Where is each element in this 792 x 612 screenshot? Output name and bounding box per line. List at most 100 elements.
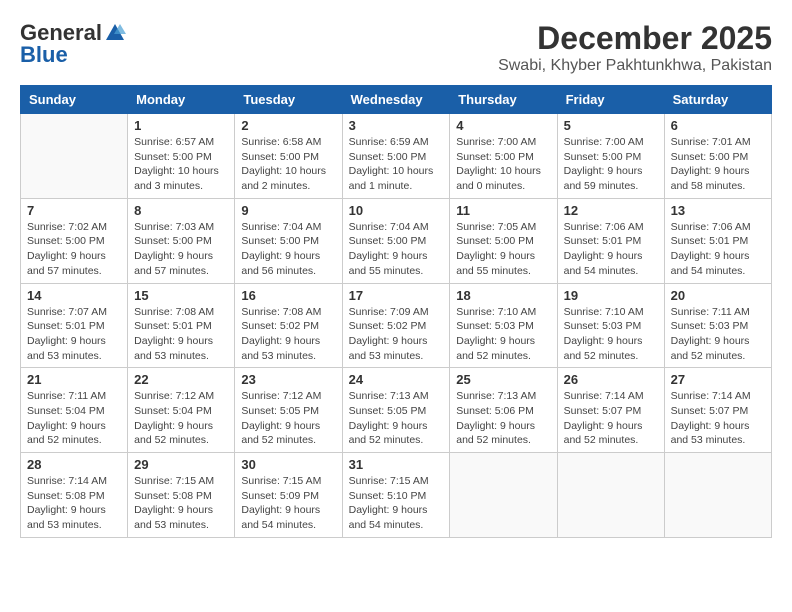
day-info: Sunrise: 7:09 AM Sunset: 5:02 PM Dayligh… (349, 305, 444, 364)
day-number: 8 (134, 203, 228, 218)
day-info: Sunrise: 7:12 AM Sunset: 5:04 PM Dayligh… (134, 389, 228, 448)
day-number: 1 (134, 118, 228, 133)
day-number: 17 (349, 288, 444, 303)
calendar-cell: 19 Sunrise: 7:10 AM Sunset: 5:03 PM Dayli… (557, 283, 664, 368)
calendar-cell: 27Sunrise: 7:14 AM Sunset: 5:07 PM Dayli… (664, 368, 771, 453)
day-info: Sunrise: 7:11 AM Sunset: 5:03 PM Dayligh… (671, 305, 765, 364)
day-number: 24 (349, 372, 444, 387)
day-number: 30 (241, 457, 335, 472)
day-info: Sunrise: 7:08 AM Sunset: 5:02 PM Dayligh… (241, 305, 335, 364)
day-number: 29 (134, 457, 228, 472)
day-number: 31 (349, 457, 444, 472)
day-number: 9 (241, 203, 335, 218)
day-number: 4 (456, 118, 550, 133)
calendar-cell: 31 Sunrise: 7:15 AM Sunset: 5:10 PM Dayli… (342, 453, 450, 538)
day-info: Sunrise: 7:10 AM Sunset: 5:03 PM Dayligh… (456, 305, 550, 364)
location-subtitle: Swabi, Khyber Pakhtunkhwa, Pakistan (498, 57, 772, 75)
calendar-cell: 23Sunrise: 7:12 AM Sunset: 5:05 PM Dayli… (235, 368, 342, 453)
day-info: Sunrise: 7:15 AM Sunset: 5:09 PM Dayligh… (241, 474, 335, 533)
day-number: 28 (27, 457, 121, 472)
calendar-cell: 10 Sunrise: 7:04 AM Sunset: 5:00 PM Dayli… (342, 198, 450, 283)
day-number: 5 (564, 118, 658, 133)
day-info: Sunrise: 6:59 AM Sunset: 5:00 PM Dayligh… (349, 135, 444, 194)
day-info: Sunrise: 7:00 AM Sunset: 5:00 PM Dayligh… (564, 135, 658, 194)
calendar-cell: 18Sunrise: 7:10 AM Sunset: 5:03 PM Dayli… (450, 283, 557, 368)
calendar-cell: 3Sunrise: 6:59 AM Sunset: 5:00 PM Daylig… (342, 114, 450, 199)
calendar-cell: 8 Sunrise: 7:03 AM Sunset: 5:00 PM Daylig… (128, 198, 235, 283)
calendar-cell: 1 Sunrise: 6:57 AM Sunset: 5:00 PM Daylig… (128, 114, 235, 199)
calendar-cell: 9 Sunrise: 7:04 AM Sunset: 5:00 PM Daylig… (235, 198, 342, 283)
calendar-cell: 14Sunrise: 7:07 AM Sunset: 5:01 PM Dayli… (21, 283, 128, 368)
calendar-cell: 4 Sunrise: 7:00 AM Sunset: 5:00 PM Daylig… (450, 114, 557, 199)
calendar-cell: 11 Sunrise: 7:05 AM Sunset: 5:00 PM Dayli… (450, 198, 557, 283)
day-info: Sunrise: 7:06 AM Sunset: 5:01 PM Dayligh… (671, 220, 765, 279)
calendar-cell (664, 453, 771, 538)
day-info: Sunrise: 7:04 AM Sunset: 5:00 PM Dayligh… (349, 220, 444, 279)
day-info: Sunrise: 7:04 AM Sunset: 5:00 PM Dayligh… (241, 220, 335, 279)
calendar-week-row: 21Sunrise: 7:11 AM Sunset: 5:04 PM Dayli… (21, 368, 772, 453)
calendar-cell: 12 Sunrise: 7:06 AM Sunset: 5:01 PM Dayli… (557, 198, 664, 283)
calendar-week-row: 28 Sunrise: 7:14 AM Sunset: 5:08 PM Dayli… (21, 453, 772, 538)
logo-icon (104, 22, 126, 44)
logo: General Blue (20, 20, 126, 68)
calendar-cell: 17 Sunrise: 7:09 AM Sunset: 5:02 PM Dayli… (342, 283, 450, 368)
day-info: Sunrise: 6:57 AM Sunset: 5:00 PM Dayligh… (134, 135, 228, 194)
day-info: Sunrise: 7:14 AM Sunset: 5:08 PM Dayligh… (27, 474, 121, 533)
calendar-cell: 16 Sunrise: 7:08 AM Sunset: 5:02 PM Dayli… (235, 283, 342, 368)
day-number: 12 (564, 203, 658, 218)
title-area: December 2025 Swabi, Khyber Pakhtunkhwa,… (498, 20, 772, 75)
day-info: Sunrise: 7:06 AM Sunset: 5:01 PM Dayligh… (564, 220, 658, 279)
calendar-week-row: 14Sunrise: 7:07 AM Sunset: 5:01 PM Dayli… (21, 283, 772, 368)
calendar-cell: 25 Sunrise: 7:13 AM Sunset: 5:06 PM Dayli… (450, 368, 557, 453)
month-year-title: December 2025 (498, 20, 772, 57)
day-number: 2 (241, 118, 335, 133)
calendar-cell: 28 Sunrise: 7:14 AM Sunset: 5:08 PM Dayli… (21, 453, 128, 538)
calendar-cell: 15 Sunrise: 7:08 AM Sunset: 5:01 PM Dayli… (128, 283, 235, 368)
day-number: 23 (241, 372, 335, 387)
calendar-cell (557, 453, 664, 538)
day-info: Sunrise: 7:00 AM Sunset: 5:00 PM Dayligh… (456, 135, 550, 194)
calendar-cell: 29 Sunrise: 7:15 AM Sunset: 5:08 PM Dayli… (128, 453, 235, 538)
day-info: Sunrise: 7:11 AM Sunset: 5:04 PM Dayligh… (27, 389, 121, 448)
day-number: 13 (671, 203, 765, 218)
day-number: 6 (671, 118, 765, 133)
day-info: Sunrise: 7:15 AM Sunset: 5:08 PM Dayligh… (134, 474, 228, 533)
day-info: Sunrise: 7:13 AM Sunset: 5:06 PM Dayligh… (456, 389, 550, 448)
day-info: Sunrise: 7:14 AM Sunset: 5:07 PM Dayligh… (671, 389, 765, 448)
day-info: Sunrise: 7:08 AM Sunset: 5:01 PM Dayligh… (134, 305, 228, 364)
weekday-header: Friday (557, 86, 664, 114)
day-number: 15 (134, 288, 228, 303)
calendar-cell: 2 Sunrise: 6:58 AM Sunset: 5:00 PM Daylig… (235, 114, 342, 199)
calendar-header-row: SundayMondayTuesdayWednesdayThursdayFrid… (21, 86, 772, 114)
day-number: 20 (671, 288, 765, 303)
page-header: General Blue December 2025 Swabi, Khyber… (20, 20, 772, 75)
calendar-cell: 13 Sunrise: 7:06 AM Sunset: 5:01 PM Dayli… (664, 198, 771, 283)
day-number: 11 (456, 203, 550, 218)
weekday-header: Sunday (21, 86, 128, 114)
day-info: Sunrise: 6:58 AM Sunset: 5:00 PM Dayligh… (241, 135, 335, 194)
calendar-table: SundayMondayTuesdayWednesdayThursdayFrid… (20, 85, 772, 538)
day-number: 19 (564, 288, 658, 303)
day-info: Sunrise: 7:01 AM Sunset: 5:00 PM Dayligh… (671, 135, 765, 194)
calendar-cell: 5 Sunrise: 7:00 AM Sunset: 5:00 PM Daylig… (557, 114, 664, 199)
day-info: Sunrise: 7:05 AM Sunset: 5:00 PM Dayligh… (456, 220, 550, 279)
weekday-header: Tuesday (235, 86, 342, 114)
day-info: Sunrise: 7:13 AM Sunset: 5:05 PM Dayligh… (349, 389, 444, 448)
day-number: 16 (241, 288, 335, 303)
day-info: Sunrise: 7:15 AM Sunset: 5:10 PM Dayligh… (349, 474, 444, 533)
day-info: Sunrise: 7:03 AM Sunset: 5:00 PM Dayligh… (134, 220, 228, 279)
calendar-cell: 20 Sunrise: 7:11 AM Sunset: 5:03 PM Dayli… (664, 283, 771, 368)
day-number: 25 (456, 372, 550, 387)
day-number: 26 (564, 372, 658, 387)
day-number: 10 (349, 203, 444, 218)
day-info: Sunrise: 7:10 AM Sunset: 5:03 PM Dayligh… (564, 305, 658, 364)
calendar-week-row: 1 Sunrise: 6:57 AM Sunset: 5:00 PM Daylig… (21, 114, 772, 199)
calendar-cell: 21Sunrise: 7:11 AM Sunset: 5:04 PM Dayli… (21, 368, 128, 453)
weekday-header: Thursday (450, 86, 557, 114)
weekday-header: Monday (128, 86, 235, 114)
weekday-header: Wednesday (342, 86, 450, 114)
calendar-cell: 22Sunrise: 7:12 AM Sunset: 5:04 PM Dayli… (128, 368, 235, 453)
day-info: Sunrise: 7:14 AM Sunset: 5:07 PM Dayligh… (564, 389, 658, 448)
day-info: Sunrise: 7:02 AM Sunset: 5:00 PM Dayligh… (27, 220, 121, 279)
day-number: 7 (27, 203, 121, 218)
